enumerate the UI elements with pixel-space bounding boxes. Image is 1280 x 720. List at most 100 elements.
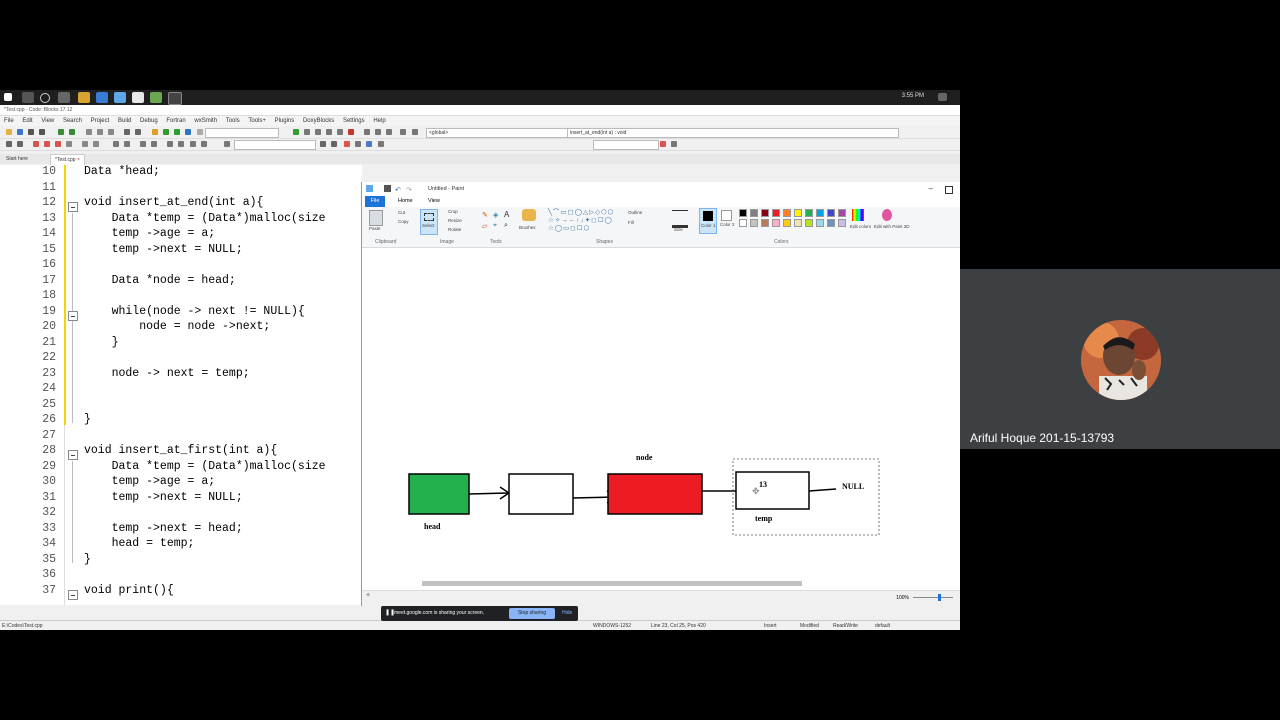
bookmark-next-icon[interactable] — [55, 141, 61, 147]
palette-swatch[interactable] — [794, 209, 802, 217]
run-icon[interactable] — [163, 129, 169, 135]
fold-marker[interactable] — [68, 590, 78, 600]
palette-swatch[interactable] — [761, 209, 769, 217]
cortana-icon[interactable] — [40, 93, 50, 103]
palette-swatch[interactable] — [761, 219, 769, 227]
palette-swatch[interactable] — [805, 209, 813, 217]
undo-icon[interactable] — [58, 129, 64, 135]
toggle-icon[interactable] — [66, 141, 72, 147]
stop-sharing-button[interactable]: Stop sharing — [509, 608, 555, 619]
menu-view[interactable]: View — [41, 118, 54, 124]
menu-tools[interactable]: Tools — [226, 118, 240, 124]
menu-search[interactable]: Search — [63, 118, 82, 124]
redo-icon[interactable] — [69, 129, 75, 135]
codeblocks-icon[interactable] — [168, 92, 182, 105]
outline-button[interactable]: Outline — [628, 210, 642, 215]
minimize-icon[interactable]: – — [929, 182, 933, 196]
palette-swatch[interactable] — [739, 219, 747, 227]
comment-icon[interactable] — [82, 141, 88, 147]
run-doxywizard-icon[interactable] — [167, 141, 173, 147]
color2-label[interactable]: Color 2 — [720, 222, 735, 227]
menu-settings[interactable]: Settings — [343, 118, 365, 124]
paste-icon[interactable] — [108, 129, 114, 135]
app-icon[interactable] — [96, 92, 108, 103]
menu-plugins[interactable]: Plugins — [275, 118, 295, 124]
bookmark-icon[interactable] — [33, 141, 39, 147]
copy-button[interactable]: Copy — [398, 219, 409, 224]
color1-button[interactable]: Color 1 — [699, 208, 717, 234]
find-prev-icon[interactable] — [671, 141, 677, 147]
edit-colors-button[interactable]: Edit colors — [850, 224, 871, 229]
code-completion-icon[interactable] — [224, 141, 230, 147]
app-icon[interactable] — [132, 92, 144, 103]
palette-swatch[interactable] — [816, 209, 824, 217]
rotate-button[interactable]: Rotate — [448, 227, 461, 232]
zoom-slider-thumb[interactable] — [938, 594, 941, 601]
resize-button[interactable]: Resize — [448, 218, 462, 223]
cut-button[interactable]: Cut — [398, 210, 405, 215]
debug-step-out-icon[interactable] — [337, 129, 343, 135]
box-comment-icon[interactable] — [140, 141, 146, 147]
fill-button[interactable]: Fill — [628, 220, 634, 225]
debug-step-into-icon[interactable] — [326, 129, 332, 135]
nav-forward-icon[interactable] — [17, 141, 23, 147]
palette-swatch[interactable] — [794, 219, 802, 227]
new-file-icon[interactable] — [6, 129, 12, 135]
palette-swatch[interactable] — [750, 209, 758, 217]
chrome-icon[interactable] — [150, 92, 162, 103]
palette-swatch[interactable] — [838, 219, 846, 227]
debug-pause-icon[interactable] — [364, 129, 370, 135]
maximize-icon[interactable] — [945, 186, 953, 194]
hide-button[interactable]: Hide — [562, 606, 572, 621]
find-icon[interactable] — [124, 129, 130, 135]
fill-icon[interactable]: ◈ — [493, 211, 498, 219]
save-icon[interactable] — [384, 185, 391, 192]
brushes-button[interactable]: Brushes — [519, 225, 536, 230]
size-button[interactable]: Size — [674, 227, 683, 232]
debug-options-icon[interactable] — [400, 129, 406, 135]
build-target-dropdown[interactable] — [205, 128, 279, 138]
code-editor[interactable]: 10 11 12 13 14 15 16 17 18 19 20 21 22 23 24 25 26 27 28 29… — [0, 165, 362, 605]
debug-more-icon[interactable] — [412, 129, 418, 135]
menu-wxsmith[interactable]: wxSmith — [194, 118, 217, 124]
block-comment-icon[interactable] — [190, 141, 196, 147]
palette-swatch[interactable] — [827, 219, 835, 227]
debug-stop-icon[interactable] — [348, 129, 354, 135]
edit-paint3d-button[interactable]: Edit with Paint 3D — [874, 224, 910, 229]
menu-fortran[interactable]: Fortran — [166, 118, 185, 124]
palette-swatch[interactable] — [783, 209, 791, 217]
search-box[interactable] — [593, 140, 659, 150]
function-dropdown[interactable]: insert_at_end(int a) : void — [567, 128, 899, 138]
eraser-icon[interactable]: ▱ — [482, 222, 487, 230]
abort-icon[interactable] — [197, 129, 203, 135]
uncomment-icon[interactable] — [93, 141, 99, 147]
cut-icon[interactable] — [86, 129, 92, 135]
select-icon[interactable] — [355, 141, 361, 147]
extract-docs-icon[interactable] — [178, 141, 184, 147]
regex-icon[interactable] — [366, 141, 372, 147]
line-comment-icon[interactable] — [201, 141, 207, 147]
palette-swatch[interactable] — [772, 219, 780, 227]
menu-doxyblocks[interactable]: DoxyBlocks — [303, 118, 334, 124]
menu-help[interactable]: Help — [373, 118, 385, 124]
notification-icon[interactable] — [938, 93, 947, 101]
highlight-icon[interactable] — [344, 141, 350, 147]
paint-app-icon[interactable] — [114, 92, 126, 103]
shapes-gallery[interactable]: ╲⌒▭▢◯△▷◇⬠⬡ ☆✧→←↑↓✦◻☐◯ ☆◯▭◻☐⬡ — [548, 209, 620, 233]
menu-file[interactable]: File — [4, 118, 14, 124]
menu-project[interactable]: Project — [91, 118, 110, 124]
palette-swatch[interactable] — [750, 219, 758, 227]
bookmark-prev-icon[interactable] — [44, 141, 50, 147]
select-button[interactable]: Select — [420, 209, 438, 235]
find-next-icon[interactable] — [660, 141, 666, 147]
menu-debug[interactable]: Debug — [140, 118, 158, 124]
task-view-icon[interactable] — [58, 92, 70, 103]
tab-view[interactable]: View — [428, 196, 440, 207]
paint3d-icon[interactable] — [882, 209, 892, 221]
text-icon[interactable]: A — [504, 210, 509, 219]
palette-swatch[interactable] — [838, 209, 846, 217]
palette-swatch[interactable] — [772, 209, 780, 217]
close-tab-icon[interactable]: × — [77, 157, 80, 163]
pencil-icon[interactable]: ✎ — [482, 211, 488, 219]
tab-start-here[interactable]: Start here — [2, 154, 32, 164]
